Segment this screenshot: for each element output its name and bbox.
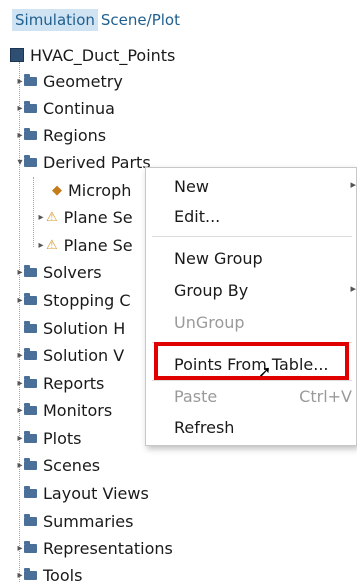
tab-simulation[interactable]: Simulation <box>12 9 98 31</box>
tree-item-regions[interactable]: ▸ Regions <box>17 122 106 148</box>
folder-icon <box>24 100 37 113</box>
tree-item-representations[interactable]: ▸ Representations <box>17 535 172 561</box>
folder-icon <box>24 457 37 470</box>
tree-item-plane-section-1[interactable]: ▸ ⚠ Plane Se <box>38 204 132 230</box>
menu-separator <box>152 236 352 237</box>
simulation-icon <box>10 48 24 62</box>
tree-item-solution-views[interactable]: ▸ Solution V <box>17 342 124 368</box>
expand-icon[interactable]: ▸ <box>36 240 46 251</box>
folder-icon <box>24 154 37 167</box>
folder-icon <box>24 485 37 498</box>
folder-icon <box>24 292 37 305</box>
menu-item-new[interactable]: New ▸ <box>146 172 357 202</box>
tree-item-solution-histories[interactable]: Solution H <box>24 315 125 341</box>
tree-item-monitors[interactable]: ▸ Monitors <box>17 397 112 423</box>
folder-icon <box>24 513 37 526</box>
expand-icon[interactable]: ▸ <box>36 212 46 223</box>
tree-item-geometry[interactable]: ▸ Geometry <box>17 68 122 94</box>
menu-item-paste: Paste Ctrl+V <box>174 387 352 406</box>
folder-icon <box>24 540 37 553</box>
tree-item-continua[interactable]: ▸ Continua <box>17 95 114 121</box>
plane-section-icon: ⚠ <box>46 237 58 253</box>
tree-item-derived-parts[interactable]: ▾ Derived Parts <box>17 149 150 175</box>
panel-tabs: Simulation Scene/Plot <box>12 8 183 32</box>
menu-separator <box>152 380 352 381</box>
tree-item-tools[interactable]: ▸ Tools <box>17 562 82 588</box>
tree-item-plots[interactable]: ▸ Plots <box>17 425 81 451</box>
folder-icon <box>24 347 37 360</box>
tree-item-summaries[interactable]: Summaries <box>24 508 133 534</box>
tree-guide-line <box>33 177 34 247</box>
tree-item-reports[interactable]: ▸ Reports <box>17 370 104 396</box>
tree-item-solvers[interactable]: ▸ Solvers <box>17 259 101 285</box>
folder-icon <box>24 567 37 580</box>
folder-icon <box>24 73 37 86</box>
menu-item-edit[interactable]: Edit... <box>146 202 357 232</box>
context-menu: New ▸ Edit... New Group Group By ▸ UnGro… <box>145 167 357 446</box>
tree-item-plane-section-2[interactable]: ▸ ⚠ Plane Se <box>38 232 132 258</box>
menu-item-ungroup: UnGroup <box>174 313 245 332</box>
highlight-box <box>154 342 349 380</box>
tree-item-microphone[interactable]: ◆ Microph <box>52 177 131 203</box>
tree-root[interactable]: HVAC_Duct_Points <box>10 42 175 68</box>
submenu-arrow-icon: ▸ <box>350 282 356 295</box>
menu-item-refresh[interactable]: Refresh <box>146 413 357 443</box>
tab-scene-plot[interactable]: Scene/Plot <box>98 9 183 31</box>
point-probe-icon: ◆ <box>52 182 62 198</box>
folder-icon <box>24 320 37 333</box>
folder-icon <box>24 264 37 277</box>
folder-icon <box>24 430 37 443</box>
submenu-arrow-icon: ▸ <box>350 178 356 191</box>
menu-item-new-group[interactable]: New Group <box>146 244 357 274</box>
tree-item-stopping-criteria[interactable]: ▸ Stopping C <box>17 287 130 313</box>
menu-item-group-by[interactable]: Group By ▸ <box>146 276 357 306</box>
folder-icon <box>24 402 37 415</box>
tree-item-layout-views[interactable]: Layout Views <box>24 480 149 506</box>
plane-section-icon: ⚠ <box>46 209 58 225</box>
tree-item-scenes[interactable]: ▸ Scenes <box>17 452 100 478</box>
folder-icon <box>24 375 37 388</box>
folder-icon <box>24 127 37 140</box>
mouse-cursor-icon: ➚ <box>258 362 272 381</box>
